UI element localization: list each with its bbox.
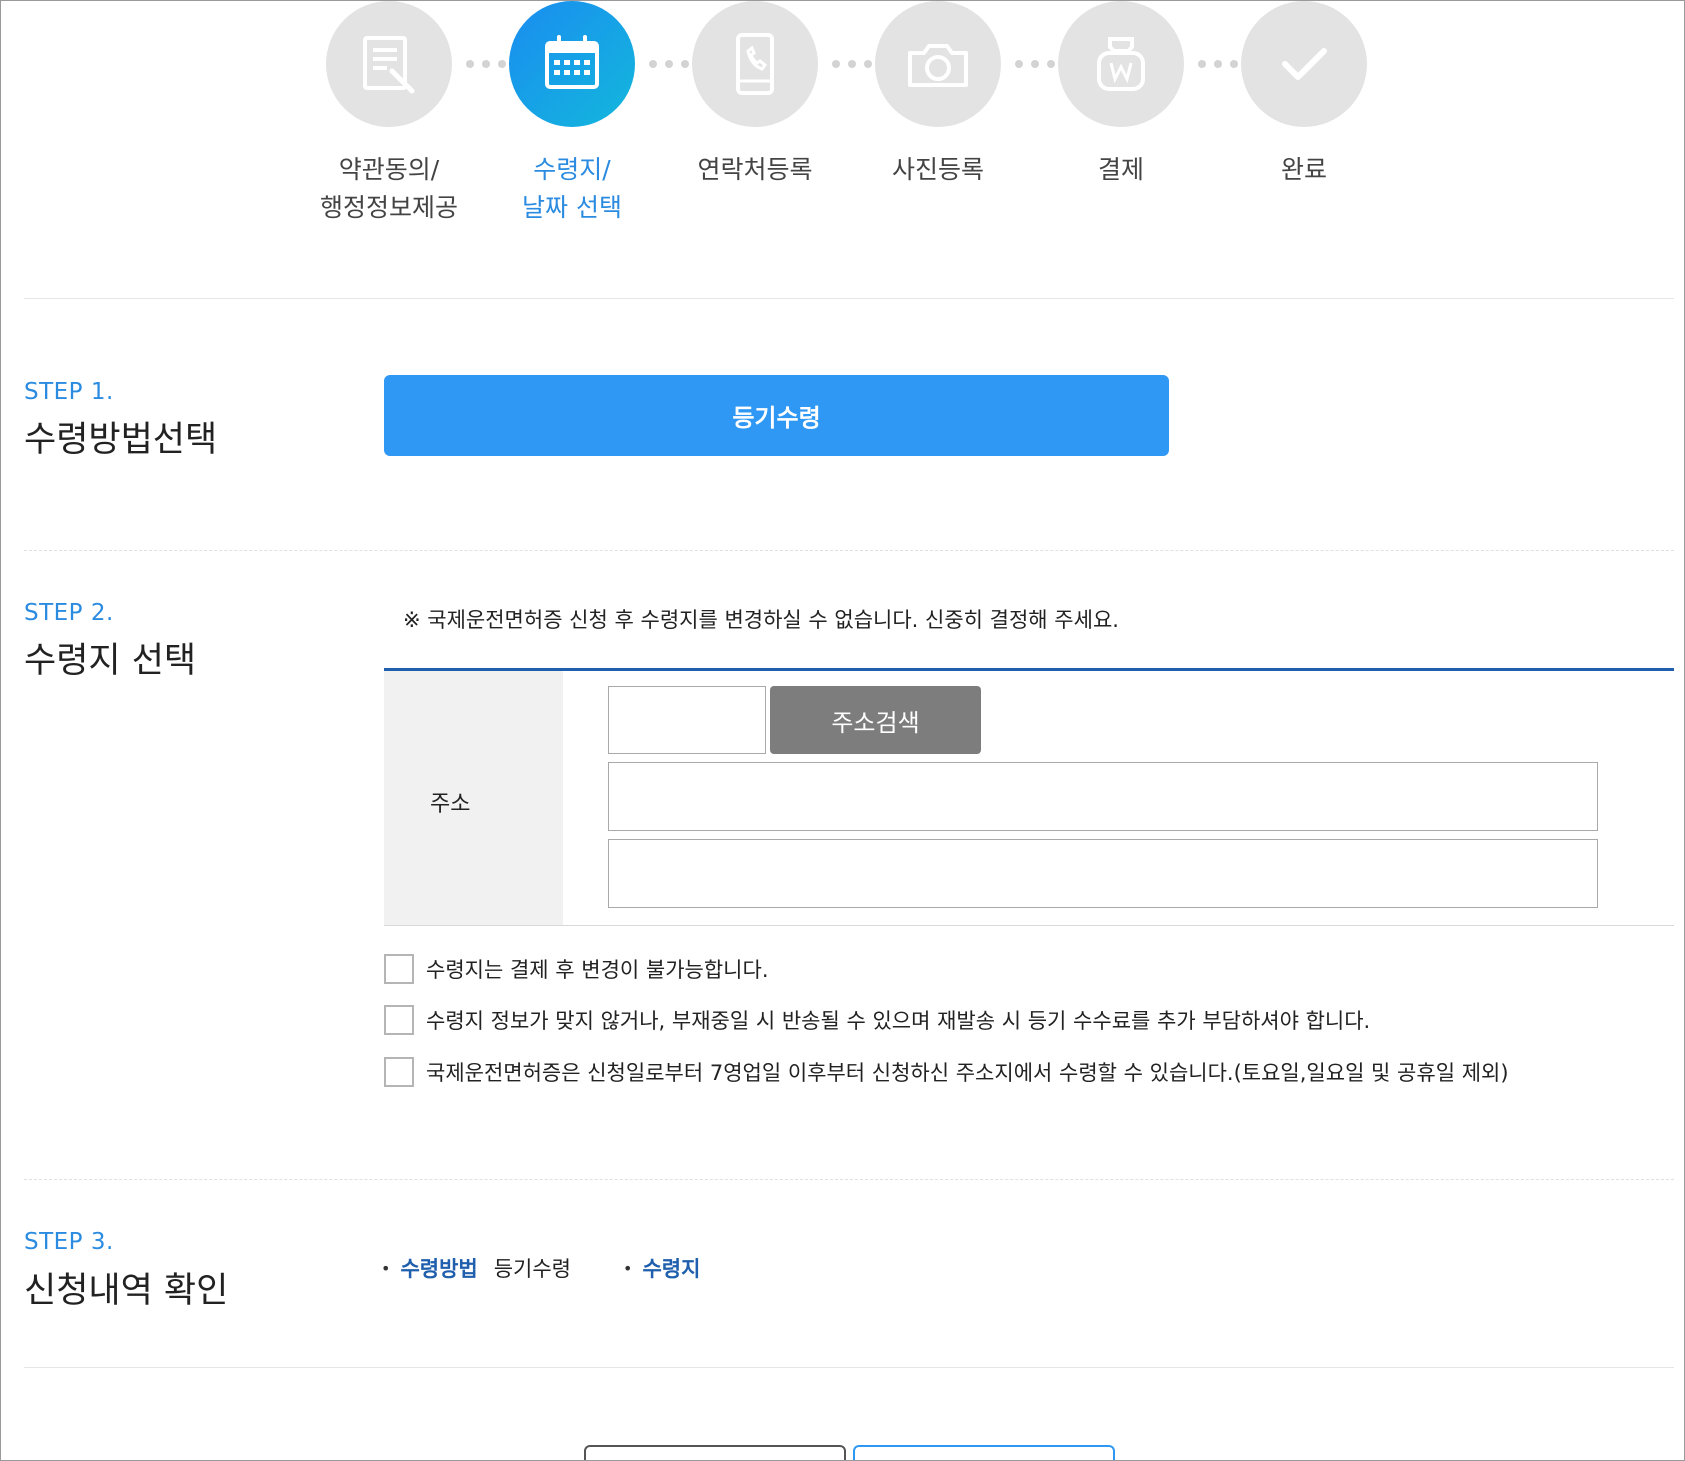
stepper-step-address-date: 수령지/ 날짜 선택 (509, 1, 635, 227)
stepper-step-photo: 사진등록 (875, 1, 1001, 189)
summary-address-key: 수령지 (642, 1257, 701, 1281)
address-label: 주소 (430, 792, 471, 817)
agreement-text: 수령지는 결제 후 변경이 불가능합니다. (426, 958, 769, 982)
stepper-step-complete: 완료 (1241, 1, 1367, 189)
agreement-checkbox[interactable] (384, 954, 414, 984)
step2-number: STEP 2. (24, 600, 114, 626)
stepper-connector (1198, 60, 1238, 70)
step3-number: STEP 3. (24, 1229, 114, 1255)
mobile-phone-icon (692, 1, 818, 127)
agreement-text: 수령지 정보가 맞지 않거나, 부재중일 시 반송될 수 있으며 재발송 시 등… (426, 1009, 1371, 1033)
agreement-row: 국제운전면허증은 신청일로부터 7영업일 이후부터 신청하신 주소지에서 수령할… (384, 1055, 1509, 1089)
stepper-connector (466, 60, 506, 70)
stepper-connector (1015, 60, 1055, 70)
summary-method-value: 등기수령 (493, 1257, 571, 1281)
previous-button[interactable] (584, 1445, 846, 1460)
bullet: • (623, 1258, 633, 1278)
stepper-label: 사진등록 (891, 155, 984, 184)
summary-method-key: 수령방법 (400, 1257, 478, 1281)
agreement-row: 수령지 정보가 맞지 않거나, 부재중일 시 반송될 수 있으며 재발송 시 등… (384, 1003, 1370, 1037)
address-search-button[interactable]: 주소검색 (770, 686, 981, 754)
stepper-connector (832, 60, 872, 70)
agreement-row: 수령지는 결제 후 변경이 불가능합니다. (384, 952, 769, 986)
step3-title: 신청내역 확인 (24, 1271, 229, 1311)
agreement-checkbox[interactable] (384, 1005, 414, 1035)
step1-title: 수령방법선택 (24, 420, 218, 460)
camera-icon (875, 1, 1001, 127)
progress-stepper: 약관동의/ 행정정보제공 수령지/ 날짜 선택 연락처등록 사진등록 결제 완료 (320, 1, 1376, 231)
address-form-table: 주소 주소검색 (384, 668, 1674, 926)
agreement-checkbox[interactable] (384, 1057, 414, 1087)
address-label-cell: 주소 (384, 671, 563, 925)
step1-number: STEP 1. (24, 379, 114, 405)
stepper-connector (649, 60, 689, 70)
stepper-label: 수령지/ 날짜 선택 (522, 155, 622, 222)
document-edit-icon (326, 1, 452, 127)
next-button[interactable] (853, 1445, 1115, 1460)
address-line1-input[interactable] (608, 762, 1598, 831)
check-icon (1241, 1, 1367, 127)
zip-code-input[interactable] (608, 686, 766, 754)
divider (24, 298, 1674, 299)
registered-mail-method-button[interactable]: 등기수령 (384, 375, 1169, 456)
step2-title: 수령지 선택 (24, 641, 197, 681)
agreement-text: 국제운전면허증은 신청일로부터 7영업일 이후부터 신청하신 주소지에서 수령할… (426, 1061, 1509, 1085)
stepper-label: 연락처등록 (697, 155, 813, 184)
divider (24, 550, 1674, 551)
stepper-label: 완료 (1280, 155, 1327, 184)
stepper-step-contact: 연락처등록 (692, 1, 818, 189)
won-pouch-icon (1058, 1, 1184, 127)
divider (24, 1367, 1674, 1368)
address-change-notice: ※ 국제운전면허증 신청 후 수령지를 변경하실 수 없습니다. 신중히 결정해… (403, 608, 1119, 632)
address-line2-input[interactable] (608, 839, 1598, 908)
calendar-icon (509, 1, 635, 127)
stepper-step-payment: 결제 (1058, 1, 1184, 189)
bullet: • (381, 1258, 391, 1278)
stepper-step-terms: 약관동의/ 행정정보제공 (320, 1, 458, 227)
stepper-label: 결제 (1097, 155, 1144, 184)
page-frame: 약관동의/ 행정정보제공 수령지/ 날짜 선택 연락처등록 사진등록 결제 완료… (0, 0, 1685, 1461)
application-summary: • 수령방법 등기수령 • 수령지 (381, 1253, 700, 1283)
stepper-label: 약관동의/ 행정정보제공 (319, 155, 458, 222)
divider (24, 1179, 1674, 1180)
